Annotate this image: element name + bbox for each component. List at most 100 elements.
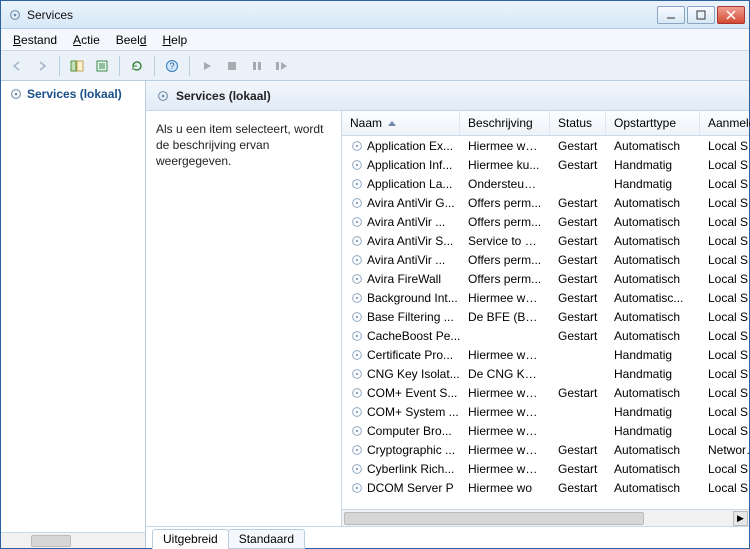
table-row[interactable]: Application Ex...Hiermee wo...GestartAut…: [342, 136, 749, 155]
service-icon: [350, 462, 364, 476]
table-row[interactable]: Avira AntiVir G...Offers perm...GestartA…: [342, 193, 749, 212]
column-naam[interactable]: Naam: [342, 111, 460, 135]
cell-naam: Avira FireWall: [342, 272, 460, 286]
column-status[interactable]: Status: [550, 111, 606, 135]
service-icon: [350, 291, 364, 305]
menu-help[interactable]: Help: [154, 31, 195, 49]
table-row[interactable]: CacheBoost Pe...GestartAutomatischLocal …: [342, 326, 749, 345]
cell-beschrijving: Service to sc...: [460, 234, 550, 248]
cell-beschrijving: Hiermee wo...: [460, 291, 550, 305]
table-row[interactable]: Avira AntiVir S...Service to sc...Gestar…: [342, 231, 749, 250]
menu-beeld[interactable]: Beeld: [108, 31, 155, 49]
maximize-button[interactable]: [687, 6, 715, 24]
toolbar-separator: [154, 56, 155, 76]
cell-naam: Avira AntiVir G...: [342, 196, 460, 210]
cell-status: Gestart: [550, 139, 606, 153]
table-row[interactable]: COM+ Event S...Hiermee wo...GestartAutom…: [342, 383, 749, 402]
stop-service-button[interactable]: [221, 55, 243, 77]
table-row[interactable]: Application Inf...Hiermee ku...GestartHa…: [342, 155, 749, 174]
cell-opstarttype: Handmatig: [606, 367, 700, 381]
tree-hscroll[interactable]: [1, 532, 145, 548]
titlebar[interactable]: Services: [1, 1, 749, 29]
table-row[interactable]: Certificate Pro...Hiermee wo...Handmatig…: [342, 345, 749, 364]
service-icon: [350, 405, 364, 419]
cell-beschrijving: Ondersteuni...: [460, 177, 550, 191]
restart-service-button[interactable]: [271, 55, 293, 77]
cell-aanmelden: Local Syst: [700, 291, 749, 305]
cell-aanmelden: Local Syst: [700, 215, 749, 229]
service-grid: Naam Beschrijving Status Opstarttype Aan…: [341, 111, 749, 526]
tree-node-services[interactable]: Services (lokaal): [1, 81, 145, 107]
menu-bestand[interactable]: Bestand: [5, 31, 65, 49]
table-row[interactable]: Cyberlink Rich...Hiermee wo...GestartAut…: [342, 459, 749, 478]
table-row[interactable]: DCOM Server PHiermee woGestartAutomatisc…: [342, 478, 749, 497]
toolbar-separator: [59, 56, 60, 76]
table-row[interactable]: CNG Key Isolat...De CNG Key...HandmatigL…: [342, 364, 749, 383]
table-row[interactable]: COM+ System ...Hiermee wo...HandmatigLoc…: [342, 402, 749, 421]
pause-service-button[interactable]: [246, 55, 268, 77]
column-aanmelden[interactable]: Aanmelde: [700, 111, 750, 135]
refresh-button[interactable]: [126, 55, 148, 77]
cell-aanmelden: Local Syst: [700, 139, 749, 153]
window-buttons: [657, 6, 745, 24]
cell-naam: Cyberlink Rich...: [342, 462, 460, 476]
close-button[interactable]: [717, 6, 745, 24]
cell-beschrijving: Hiermee wo...: [460, 139, 550, 153]
tab-uitgebreid[interactable]: Uitgebreid: [152, 529, 229, 549]
service-icon: [350, 196, 364, 210]
cell-naam: CNG Key Isolat...: [342, 367, 460, 381]
column-beschrijving[interactable]: Beschrijving: [460, 111, 550, 135]
table-row[interactable]: Computer Bro...Hiermee wo...HandmatigLoc…: [342, 421, 749, 440]
cell-naam: Application Ex...: [342, 139, 460, 153]
cell-aanmelden: Local Syst: [700, 196, 749, 210]
cell-status: Gestart: [550, 272, 606, 286]
panel-header: Services (lokaal): [146, 81, 749, 111]
start-service-button[interactable]: [196, 55, 218, 77]
export-list-button[interactable]: [91, 55, 113, 77]
table-row[interactable]: Avira FireWallOffers perm...GestartAutom…: [342, 269, 749, 288]
table-row[interactable]: Cryptographic ...Hiermee wo...GestartAut…: [342, 440, 749, 459]
help-button[interactable]: ?: [161, 55, 183, 77]
cell-aanmelden: Local Syst: [700, 462, 749, 476]
details-pane: Services (lokaal) Als u een item selecte…: [146, 81, 749, 548]
cell-naam: CacheBoost Pe...: [342, 329, 460, 343]
cell-naam: Background Int...: [342, 291, 460, 305]
menu-actie[interactable]: Actie: [65, 31, 108, 49]
cell-beschrijving: Offers perm...: [460, 215, 550, 229]
minimize-button[interactable]: [657, 6, 685, 24]
cell-naam: Base Filtering ...: [342, 310, 460, 324]
cell-aanmelden: Network S: [700, 443, 749, 457]
menubar: Bestand Actie Beeld Help: [1, 29, 749, 51]
grid-hscroll[interactable]: ▶: [342, 509, 749, 526]
table-row[interactable]: Base Filtering ...De BFE (Bas...GestartA…: [342, 307, 749, 326]
show-hide-tree-button[interactable]: [66, 55, 88, 77]
back-button[interactable]: [6, 55, 28, 77]
table-row[interactable]: Avira AntiVir ...Offers perm...GestartAu…: [342, 212, 749, 231]
cell-opstarttype: Automatisch: [606, 481, 700, 495]
tab-standaard[interactable]: Standaard: [228, 529, 305, 549]
scrollbar-thumb[interactable]: [344, 512, 644, 525]
cell-status: Gestart: [550, 310, 606, 324]
forward-button[interactable]: [31, 55, 53, 77]
cell-opstarttype: Automatisch: [606, 329, 700, 343]
scrollbar-thumb[interactable]: [31, 535, 71, 547]
cell-aanmelden: Local Syst: [700, 348, 749, 362]
table-row[interactable]: Avira AntiVir ...Offers perm...GestartAu…: [342, 250, 749, 269]
app-icon: [7, 7, 23, 23]
service-icon: [350, 253, 364, 267]
cell-naam: Avira AntiVir ...: [342, 253, 460, 267]
gear-icon: [9, 87, 23, 101]
scroll-right-arrow[interactable]: ▶: [733, 511, 748, 526]
column-opstarttype[interactable]: Opstarttype: [606, 111, 700, 135]
cell-beschrijving: Offers perm...: [460, 272, 550, 286]
cell-naam: Avira AntiVir S...: [342, 234, 460, 248]
cell-opstarttype: Handmatig: [606, 424, 700, 438]
panel-title: Services (lokaal): [176, 89, 271, 103]
cell-opstarttype: Automatisc...: [606, 291, 700, 305]
cell-aanmelden: Local Syst: [700, 253, 749, 267]
cell-status: Gestart: [550, 253, 606, 267]
cell-beschrijving: Hiermee wo...: [460, 443, 550, 457]
table-row[interactable]: Background Int...Hiermee wo...GestartAut…: [342, 288, 749, 307]
cell-aanmelden: Local Syst: [700, 272, 749, 286]
table-row[interactable]: Application La...Ondersteuni...Handmatig…: [342, 174, 749, 193]
